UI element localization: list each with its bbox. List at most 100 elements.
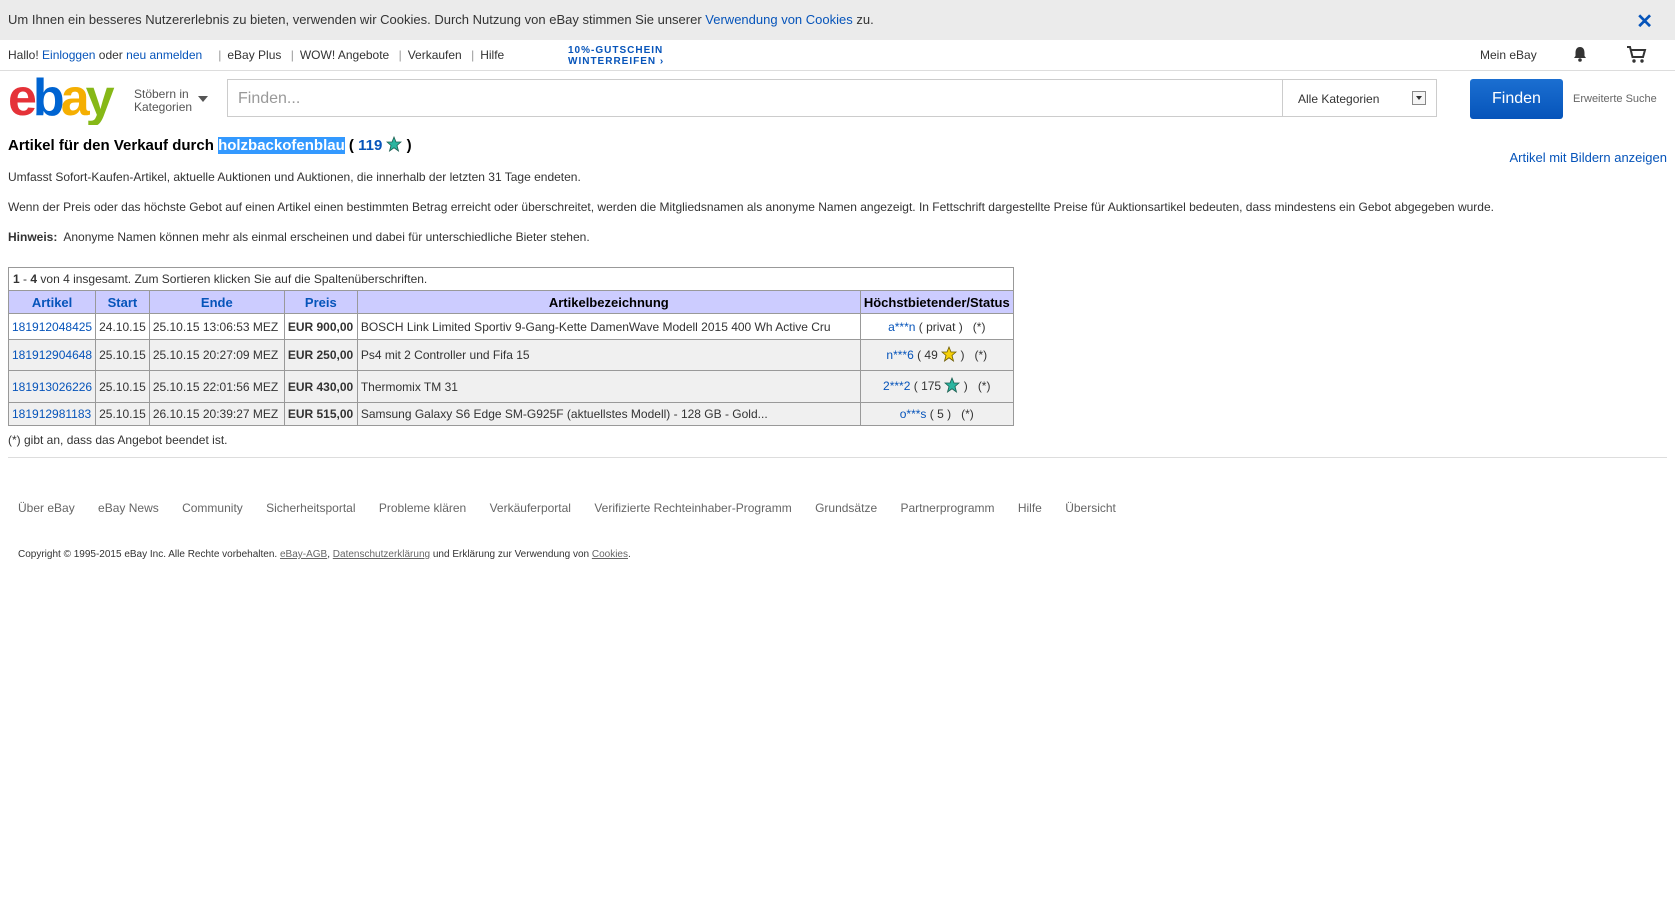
bidder-link[interactable]: a***n [888,320,915,334]
column-header-start[interactable]: Start [95,290,150,314]
greeting-text: Hallo! [8,48,39,62]
bidder-info: ( privat ) [918,319,963,334]
footer-link-vero[interactable]: Verifizierte Rechteinhaber-Programm [594,501,791,515]
promo-banner[interactable]: 10%-GUTSCHEIN WINTERREIFEN › [568,45,664,67]
range-end: 4 [30,272,38,286]
copyright-comma: , [327,549,331,560]
agb-link[interactable]: eBay-AGB [280,549,327,560]
bidder-link[interactable]: o***s [900,407,927,421]
find-button[interactable]: Finden [1470,79,1563,119]
price: EUR 515,00 [283,402,358,426]
table-info-row: 1 - 4 von 4 insgesamt. Zum Sortieren kli… [9,268,1014,291]
bidder-info: ( 175 [913,379,942,393]
nav-divider: | [290,48,294,62]
hint-text: Anonyme Namen können mehr als einmal ers… [63,230,590,244]
nav-divider: | [471,48,475,62]
login-link[interactable]: Einloggen [42,48,95,62]
footer-link-about[interactable]: Über eBay [18,501,75,515]
my-ebay-link[interactable]: Mein eBay [1480,48,1537,62]
end-date: 26.10.15 20:39:27 MEZ [148,402,285,426]
footer-link-news[interactable]: eBay News [98,501,159,515]
copyright-period: . [628,549,631,560]
item-id-link[interactable]: 181913026226 [7,370,97,403]
info-paragraph-2: Wenn der Preis oder das höchste Gebot au… [8,200,1494,214]
price: EUR 250,00 [283,339,358,371]
results-table: 1 - 4 von 4 insgesamt. Zum Sortieren kli… [7,267,1014,426]
title-paren-open: ( [348,137,354,154]
item-id-link[interactable]: 181912904648 [7,339,97,371]
star-icon [386,135,403,156]
item-id-link[interactable]: 181912048425 [7,313,97,340]
column-header-artikel[interactable]: Artikel [7,290,97,314]
footer-link-help[interactable]: Hilfe [1018,501,1042,515]
table-row: 181912048425 24.10.15 25.10.15 13:06:53 … [7,313,1014,340]
table-info: 1 - 4 von 4 insgesamt. Zum Sortieren kli… [9,268,1014,291]
cookie-banner-text: Um Ihnen ein besseres Nutzererlebnis zu … [8,12,874,27]
nav-link-sell[interactable]: Verkaufen [408,48,462,62]
footer-link-community[interactable]: Community [182,501,243,515]
promo-line-2: WINTERREIFEN › [568,56,665,67]
start-date: 25.10.15 [95,339,150,371]
end-date: 25.10.15 22:01:56 MEZ [148,370,285,403]
search-input[interactable]: Finden... [227,79,1282,117]
end-date: 25.10.15 20:27:09 MEZ [148,339,285,371]
top-nav-left: Hallo! Einloggen oder neu anmelden | eBay… [8,48,504,62]
chevron-down-icon [198,96,208,102]
svg-text:ebay: ebay [8,75,115,125]
footer-link-security[interactable]: Sicherheitsportal [266,501,355,515]
dropdown-arrow-icon [1412,91,1426,105]
ebay-logo[interactable]: ebay [8,69,128,130]
advanced-search-link[interactable]: Erweiterte Suche [1573,93,1657,105]
privacy-link[interactable]: Datenschutzerklärung [333,549,430,560]
close-icon[interactable]: ✕ [1636,9,1653,34]
promo-line-1: 10%-GUTSCHEIN [568,45,664,56]
cookie-policy-link[interactable]: Verwendung von Cookies [705,12,852,27]
footer-link-resolution[interactable]: Probleme klären [379,501,466,515]
nav-link-help[interactable]: Hilfe [480,48,504,62]
title-paren-close: ) [406,137,412,154]
cookie-banner-message: Um Ihnen ein besseres Nutzererlebnis zu … [8,12,702,27]
nav-divider: | [211,48,222,62]
nav-divider: | [398,48,402,62]
copyright-and-text: und Erklärung zur Verwendung von [432,549,590,560]
bidder-info: ( 5 ) [929,407,952,421]
page-title-prefix: Artikel für den Verkauf durch [8,137,214,154]
hint-label: Hinweis: [8,230,58,244]
footer-link-overview[interactable]: Übersicht [1065,501,1116,515]
price: EUR 900,00 [283,313,358,340]
category-select[interactable]: Alle Kategorien [1282,79,1437,117]
nav-link-ebay-plus[interactable]: eBay Plus [227,48,281,62]
bidder-cell: 2***2 ( 175 ) (*) [859,370,1014,403]
feedback-score-link[interactable]: 119 [358,137,382,154]
nav-link-wow-deals[interactable]: WOW! Angebote [300,48,389,62]
footer-links: Über eBay eBay News Community Sicherheit… [18,501,1136,515]
cart-icon[interactable] [1626,45,1648,68]
bidder-info-close: ) [960,347,965,362]
footer-link-seller-portal[interactable]: Verkäuferportal [490,501,571,515]
bidder-cell: a***n ( privat ) (*) [859,313,1014,340]
register-link[interactable]: neu anmelden [126,48,202,62]
column-header-ende[interactable]: Ende [148,290,285,314]
bidder-cell: n***6 ( 49 ) (*) [859,339,1014,371]
table-row: 181912981183 25.10.15 26.10.15 20:39:27 … [7,402,1014,426]
browse-categories-button[interactable]: Stöbern in Kategorien [134,88,208,114]
or-text: oder [98,48,123,62]
item-title: BOSCH Link Limited Sportiv 9-Gang-Kette … [356,313,861,340]
bidder-link[interactable]: n***6 [886,348,913,362]
bidder-link[interactable]: 2***2 [883,379,910,393]
status: (*) [961,407,974,421]
bell-icon[interactable] [1571,45,1589,66]
divider [8,457,1667,458]
item-id-link[interactable]: 181912981183 [7,402,97,426]
cookies-link[interactable]: Cookies [592,549,628,560]
show-pictures-link[interactable]: Artikel mit Bildern anzeigen [1509,150,1667,165]
footer-link-partner[interactable]: Partnerprogramm [900,501,994,515]
price: EUR 430,00 [283,370,358,403]
end-date: 25.10.15 13:06:53 MEZ [148,313,285,340]
page-title: Artikel für den Verkauf durch holzbackof… [8,135,412,156]
seller-name[interactable]: holzbackofenblau [218,137,345,154]
range-start: 1 [13,272,20,286]
footer-link-policies[interactable]: Grundsätze [815,501,877,515]
cookie-banner-suffix: zu. [856,12,874,27]
column-header-preis[interactable]: Preis [283,290,358,314]
